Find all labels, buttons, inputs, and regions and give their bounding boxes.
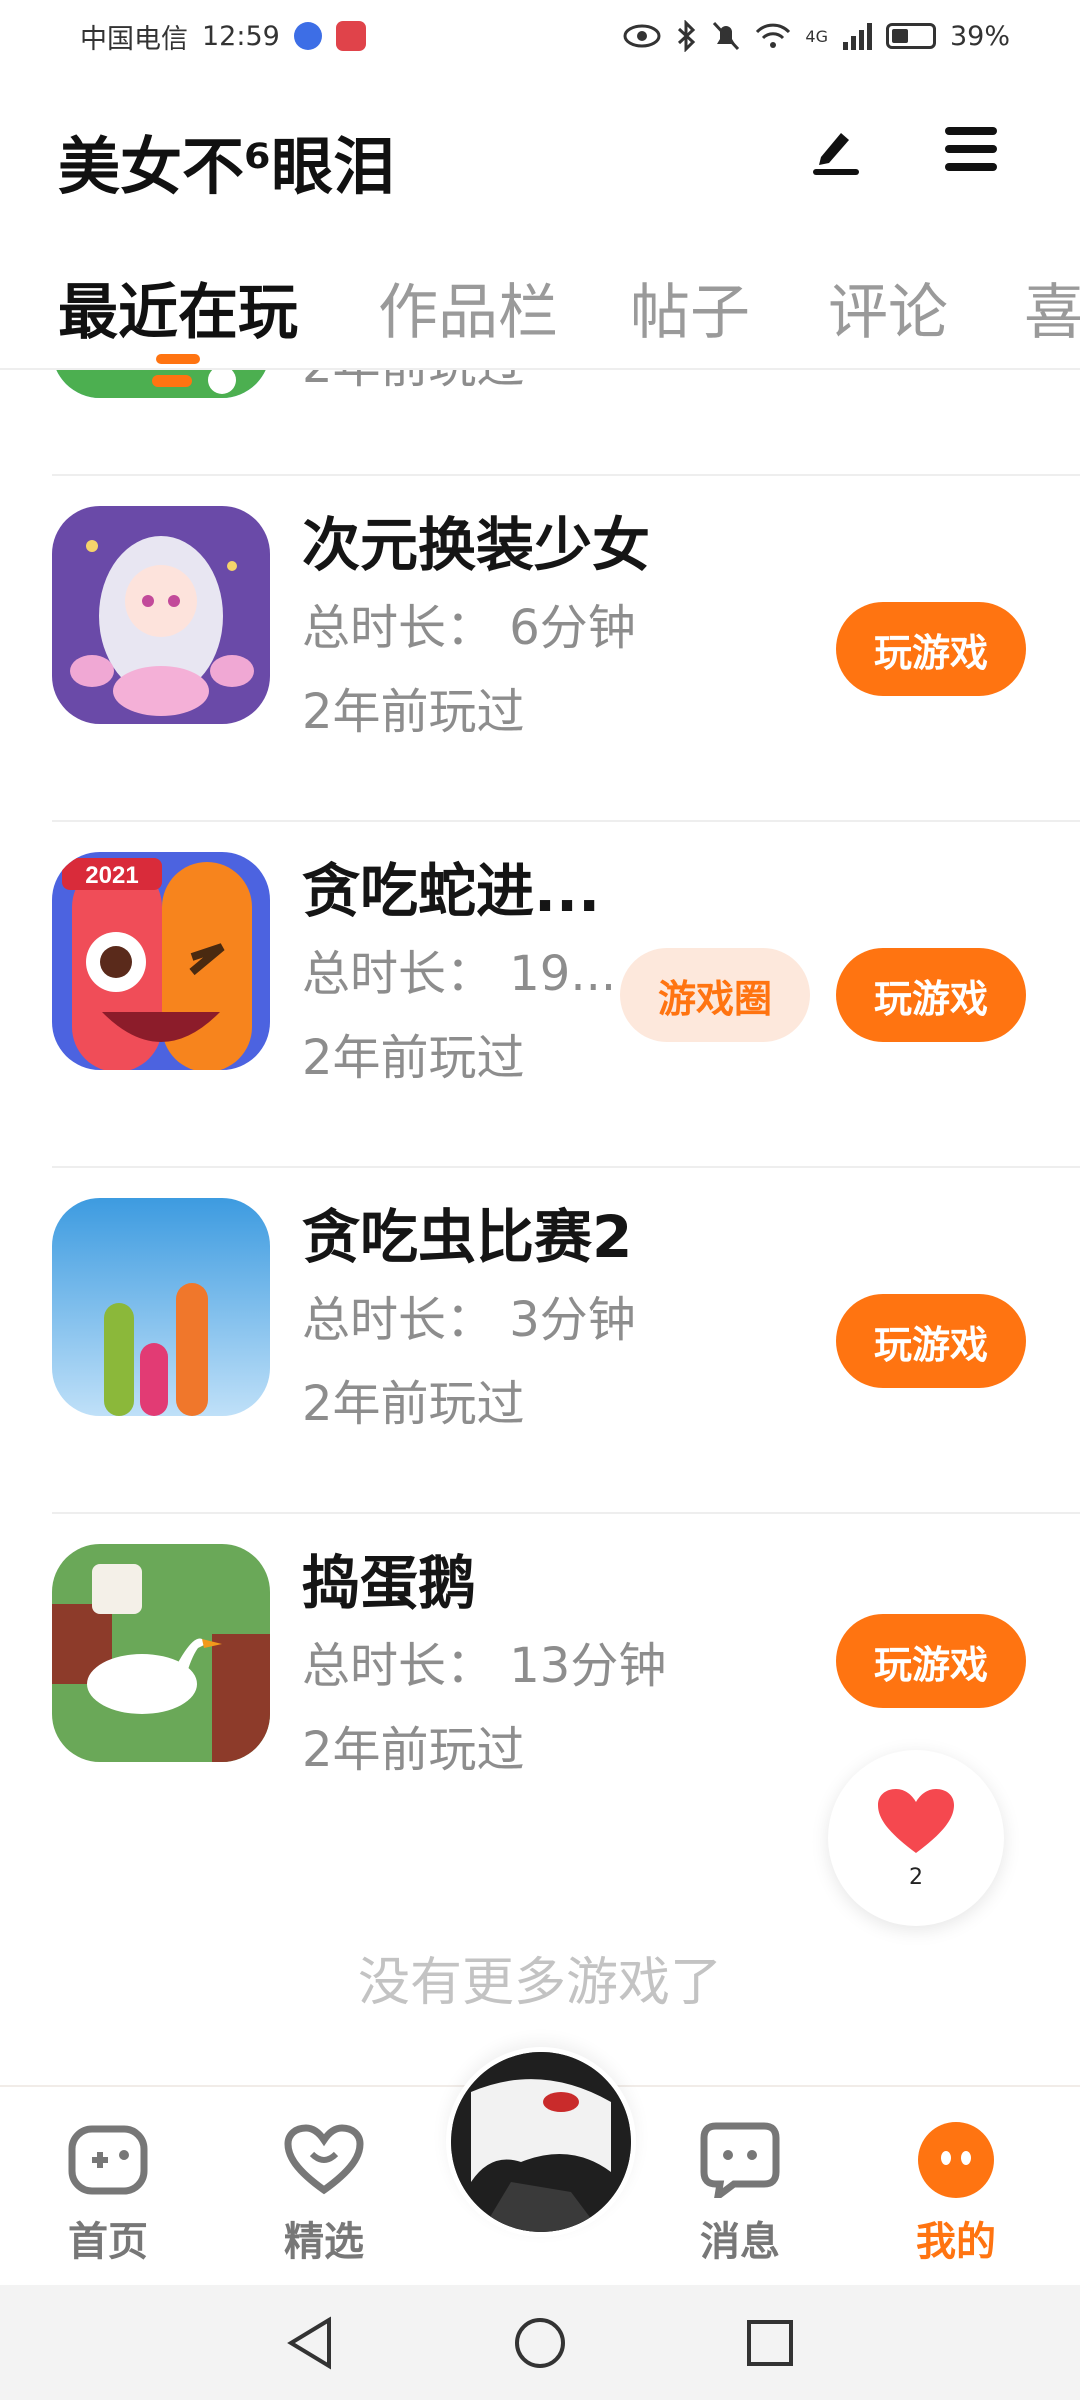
music-app-icon <box>293 22 322 50</box>
game-name: 次元换装少女 <box>302 511 651 579</box>
tab-works[interactable]: 作品栏 <box>378 264 558 351</box>
game-duration: 总时长： 13分钟 <box>302 1638 667 1694</box>
game-icon-partial <box>52 370 270 398</box>
bottom-nav: 首页 精选 消息 我的 <box>0 2047 1080 2287</box>
mute-bell-icon <box>713 21 740 51</box>
back-button[interactable] <box>280 2313 340 2373</box>
game-last-played: 2年前玩过 <box>302 370 525 396</box>
game-row[interactable]: 次元换装少女 总时长： 6分钟 2年前玩过 玩游戏 <box>52 476 1080 822</box>
play-game-button[interactable]: 玩游戏 <box>836 1294 1026 1388</box>
gamepad-icon <box>65 2117 151 2203</box>
battery-icon <box>885 23 936 49</box>
game-name: 贪吃虫比赛2 <box>302 1203 633 1271</box>
game-last-played: 2年前玩过 <box>302 1030 525 1086</box>
nav-mine-label: 我的 <box>916 2219 996 2265</box>
tab-likes[interactable]: 喜 <box>1024 264 1080 351</box>
nav-mine[interactable]: 我的 <box>876 2117 1036 2267</box>
signal-icon <box>842 23 872 50</box>
nav-messages[interactable]: 消息 <box>660 2117 820 2267</box>
game-circle-button[interactable]: 游戏圈 <box>620 948 810 1042</box>
like-count: 2 <box>909 1864 923 1890</box>
bluetooth-icon <box>678 20 696 52</box>
nav-messages-label: 消息 <box>700 2219 780 2265</box>
game-last-played: 2年前玩过 <box>302 684 525 740</box>
carrier-label: 中国电信 <box>80 23 188 55</box>
hamburger-menu-icon <box>945 127 997 171</box>
game-icon-snake: 2021 <box>52 852 270 1070</box>
clock: 12:59 <box>202 20 280 52</box>
nav-featured-label: 精选 <box>284 2219 364 2265</box>
game-last-played: 2年前玩过 <box>302 1376 525 1432</box>
active-tab-indicator <box>156 354 200 364</box>
pen-icon <box>813 133 859 175</box>
nav-home-label: 首页 <box>68 2219 148 2265</box>
game-duration: 总时长： 3分钟 <box>302 1292 636 1348</box>
book-app-icon <box>335 21 366 51</box>
avatar <box>451 2052 631 2232</box>
system-nav-bar <box>0 2285 1080 2400</box>
play-game-button[interactable]: 玩游戏 <box>836 1614 1026 1708</box>
tab-posts[interactable]: 帖子 <box>630 264 750 351</box>
home-button[interactable] <box>510 2313 570 2373</box>
nav-featured[interactable]: 精选 <box>244 2117 404 2267</box>
game-name: 捣蛋鹅 <box>302 1549 477 1617</box>
recents-square-icon <box>747 2320 793 2366</box>
chat-bubble-icon <box>697 2117 783 2203</box>
game-duration: 总时长： 6分钟 <box>302 600 636 656</box>
nav-home[interactable]: 首页 <box>28 2117 188 2267</box>
game-icon-goose <box>52 1544 270 1762</box>
eye-icon <box>623 24 661 48</box>
profile-face-icon <box>913 2117 999 2203</box>
list-end-text: 没有更多游戏了 <box>357 1953 722 2013</box>
game-icon-worm-race <box>52 1198 270 1416</box>
play-game-button[interactable]: 玩游戏 <box>836 948 1026 1042</box>
tab-recently-played[interactable]: 最近在玩 <box>58 264 298 351</box>
like-bubble[interactable]: 2 <box>828 1750 1004 1926</box>
battery-percent: 39% <box>949 20 1010 52</box>
profile-tabs: 最近在玩 作品栏 帖子 评论 喜 <box>0 248 1080 370</box>
heart-outline-icon <box>281 2117 367 2203</box>
game-duration: 总时长： 19... <box>302 946 617 1002</box>
back-triangle-icon <box>287 2316 331 2370</box>
heart-icon <box>878 1788 954 1853</box>
home-circle-icon <box>515 2318 565 2368</box>
game-name: 贪吃蛇进... <box>302 857 601 925</box>
game-icon-dress-up-girl <box>52 506 270 724</box>
menu-button[interactable] <box>936 114 1006 184</box>
play-game-button[interactable]: 玩游戏 <box>836 602 1026 696</box>
snake-year-badge: 2021 <box>85 862 138 889</box>
network-type: 4G <box>805 26 828 46</box>
wifi-icon <box>756 23 791 48</box>
tab-comments[interactable]: 评论 <box>828 264 948 351</box>
username-title: 美女不⁶眼泪 <box>58 130 396 203</box>
game-row-partial[interactable]: 2年前玩过 <box>52 370 1080 476</box>
status-left: 中国电信 12:59 <box>80 17 366 56</box>
profile-header: 美女不⁶眼泪 <box>0 90 1080 210</box>
game-row[interactable]: 2021 贪吃蛇进... 总时长： 19... 2年前玩过 游戏圈 玩游戏 <box>52 822 1080 1168</box>
game-last-played: 2年前玩过 <box>302 1722 525 1778</box>
recents-button[interactable] <box>740 2313 800 2373</box>
status-right: 4G 39% <box>623 20 1010 52</box>
status-bar: 中国电信 12:59 4G 39% <box>0 0 1080 72</box>
center-avatar-button[interactable] <box>446 2047 636 2237</box>
edit-button[interactable] <box>800 114 870 184</box>
game-row[interactable]: 贪吃虫比赛2 总时长： 3分钟 2年前玩过 玩游戏 <box>52 1168 1080 1514</box>
